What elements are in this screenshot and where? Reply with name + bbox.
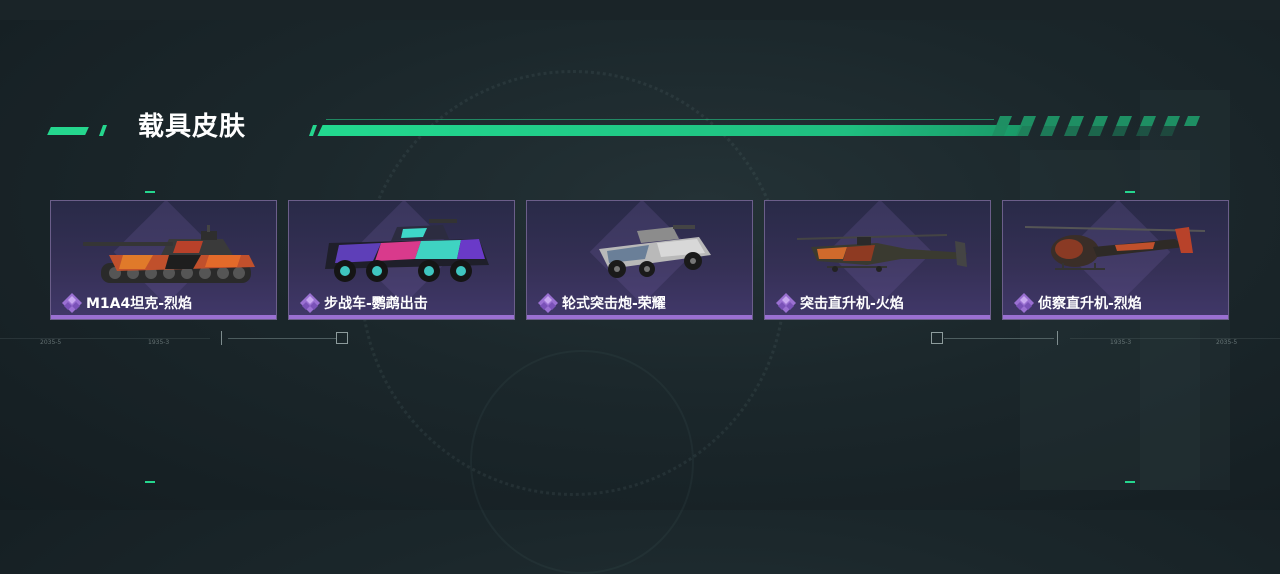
hud-label: 2035-5	[40, 339, 62, 346]
card-name: 侦察直升机-烈焰	[1038, 296, 1142, 312]
rarity-stripe	[527, 315, 752, 319]
corner-tick	[1125, 481, 1135, 483]
header-progress-bar	[317, 125, 1023, 136]
skin-card-tank[interactable]: M1A4坦克-烈焰	[50, 200, 277, 320]
hud-square-left	[336, 332, 348, 344]
card-label: 突击直升机-火焰	[775, 292, 904, 314]
hud-label: 2035-5	[1216, 339, 1238, 346]
corner-tick	[145, 481, 155, 483]
hud-tick-left	[221, 331, 222, 345]
header-accent-tick	[308, 125, 318, 136]
purple-diamond-icon	[538, 293, 558, 313]
hud-line-right	[944, 338, 1054, 339]
hud-square-right	[931, 332, 943, 344]
section-title: 载具皮肤	[138, 112, 247, 142]
hud-line-far-right	[1070, 338, 1280, 339]
skin-card-attack-helicopter[interactable]: 突击直升机-火焰	[764, 200, 991, 320]
purple-diamond-icon	[776, 293, 796, 313]
attack-helicopter-icon	[796, 234, 967, 272]
armored-car-icon	[599, 225, 711, 278]
tank-icon	[83, 225, 255, 283]
card-label: 步战车-鹦鹉出击	[299, 292, 428, 314]
skin-card-scout-helicopter[interactable]: 侦察直升机-烈焰	[1002, 200, 1229, 320]
card-label: 轮式突击炮-荣耀	[537, 292, 666, 314]
card-label: 侦察直升机-烈焰	[1013, 292, 1142, 314]
purple-diamond-icon	[1014, 293, 1034, 313]
background-ring-small	[470, 350, 694, 574]
scout-helicopter-icon	[1025, 226, 1206, 270]
card-name: 轮式突击炮-荣耀	[562, 296, 666, 312]
skin-card-armored-car[interactable]: 轮式突击炮-荣耀	[526, 200, 753, 320]
hud-tick-right	[1057, 331, 1058, 345]
hud-line-left	[228, 338, 336, 339]
rarity-stripe	[51, 315, 276, 319]
rarity-stripe	[1003, 315, 1228, 319]
purple-diamond-icon	[300, 293, 320, 313]
corner-tick	[1125, 191, 1135, 193]
top-band	[0, 0, 1280, 20]
purple-diamond-icon	[62, 293, 82, 313]
card-name: 突击直升机-火焰	[800, 296, 904, 312]
corner-tick	[145, 191, 155, 193]
card-name: 步战车-鹦鹉出击	[324, 296, 428, 312]
header-accent-dash	[47, 127, 89, 135]
header-accent-tick	[98, 125, 108, 136]
ifv-icon	[325, 219, 489, 282]
hud-label: 1935-3	[1110, 339, 1132, 346]
rarity-stripe	[289, 315, 514, 319]
header-thin-line	[326, 119, 994, 120]
card-label: M1A4坦克-烈焰	[61, 292, 192, 314]
hud-label: 1935-3	[148, 339, 170, 346]
hud-line-far-left	[0, 338, 210, 339]
vehicle-skin-list: M1A4坦克-烈焰 步战车-鹦鹉出击 轮式突击炮-荣耀 突击直升机-火焰 侦察直…	[50, 200, 1230, 320]
rarity-stripe	[765, 315, 990, 319]
skin-card-ifv[interactable]: 步战车-鹦鹉出击	[288, 200, 515, 320]
card-name: M1A4坦克-烈焰	[86, 296, 193, 312]
header-checker-pattern	[992, 116, 1200, 136]
